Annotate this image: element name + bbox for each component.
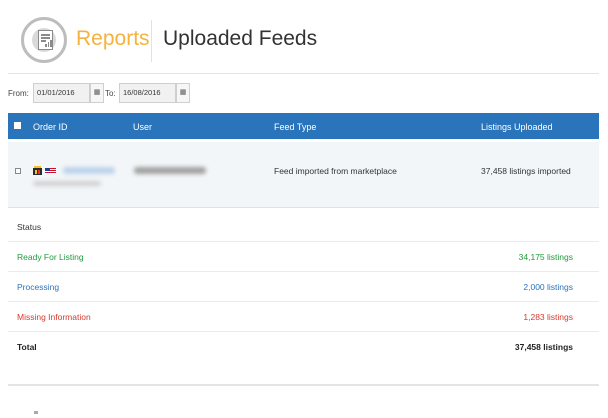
user-name <box>134 167 206 174</box>
report-document-icon <box>21 17 67 63</box>
us-flag-icon <box>45 168 56 174</box>
section-divider <box>8 384 599 386</box>
column-order-id[interactable]: Order ID <box>33 122 68 132</box>
table-row[interactable]: Feed imported from marketplace 37,458 li… <box>8 142 599 208</box>
status-label: Ready For Listing <box>17 252 84 262</box>
marketplace-icon <box>33 166 42 175</box>
status-value: 37,458 listings <box>514 342 573 352</box>
status-row-processing: Processing 2,000 listings <box>8 272 599 302</box>
status-value[interactable]: 2,000 listings <box>523 282 573 292</box>
page-header: Reports Uploaded Feeds <box>0 0 608 74</box>
status-row-missing: Missing Information 1,283 listings <box>8 302 599 332</box>
status-value[interactable]: 1,283 listings <box>523 312 573 322</box>
feed-type-cell: Feed imported from marketplace <box>274 166 397 176</box>
footer-mark <box>34 411 38 414</box>
order-sub-id <box>33 181 101 186</box>
status-label: Total <box>17 342 37 352</box>
status-heading: Status <box>17 222 42 232</box>
calendar-icon[interactable]: ▦ <box>90 83 104 103</box>
status-label: Processing <box>17 282 60 292</box>
to-date-field[interactable]: 16/08/2016 <box>119 83 176 103</box>
status-heading-row: Status <box>8 212 599 242</box>
listings-cell: 37,458 listings imported <box>481 166 571 176</box>
calendar-icon[interactable]: ▦ <box>176 83 190 103</box>
order-id-link[interactable] <box>63 167 115 174</box>
title-divider <box>151 20 152 62</box>
header-divider <box>8 73 599 74</box>
status-label: Missing Information <box>17 312 91 322</box>
status-row-ready: Ready For Listing 34,175 listings <box>8 242 599 272</box>
row-checkbox[interactable] <box>15 168 21 174</box>
column-user[interactable]: User <box>133 122 152 132</box>
page-title: Uploaded Feeds <box>163 27 318 50</box>
status-row-total: Total 37,458 listings <box>8 332 599 362</box>
section-label[interactable]: Reports <box>76 27 150 51</box>
from-date-field[interactable]: 01/01/2016 <box>33 83 90 103</box>
column-listings-uploaded[interactable]: Listings Uploaded <box>481 122 553 132</box>
from-label: From: <box>8 89 29 98</box>
select-all-checkbox[interactable] <box>14 122 21 129</box>
to-label: To: <box>105 89 116 98</box>
table-header: Order ID User Feed Type Listings Uploade… <box>8 113 599 139</box>
column-feed-type[interactable]: Feed Type <box>274 122 316 132</box>
status-value[interactable]: 34,175 listings <box>519 252 573 262</box>
